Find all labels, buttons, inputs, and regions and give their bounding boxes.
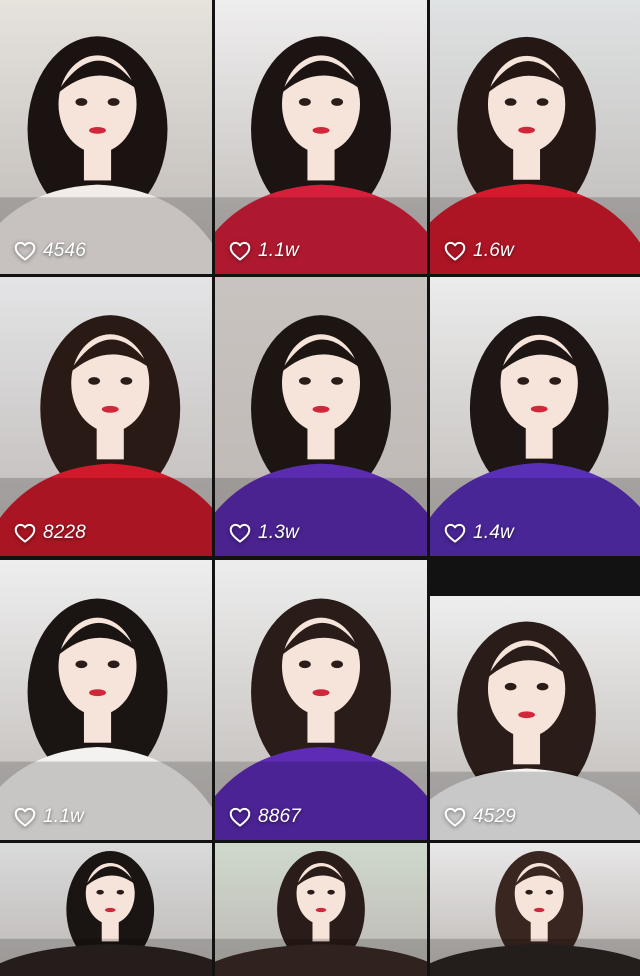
like-count: 8228 xyxy=(14,522,86,544)
like-count: 1.6w xyxy=(444,240,514,262)
heart-outline-icon xyxy=(229,807,251,827)
video-tile[interactable]: 1.1w xyxy=(0,560,212,840)
video-thumbnail xyxy=(430,843,640,976)
heart-outline-icon xyxy=(229,523,251,543)
like-count: 1.1w xyxy=(14,806,84,828)
video-thumbnail xyxy=(215,560,427,840)
like-count: 1.3w xyxy=(229,522,299,544)
like-count-label: 1.6w xyxy=(473,240,514,261)
video-thumbnail xyxy=(0,0,212,274)
video-thumbnail xyxy=(0,560,212,840)
like-count: 8867 xyxy=(229,806,301,828)
like-count-label: 8867 xyxy=(258,806,302,827)
heart-outline-icon xyxy=(444,523,466,543)
video-tile[interactable]: 1.3w xyxy=(215,277,427,556)
like-count-label: 1.1w xyxy=(43,806,84,827)
heart-outline-icon xyxy=(14,241,36,261)
video-tile[interactable]: 8867 xyxy=(215,560,427,840)
video-tile[interactable] xyxy=(430,843,640,976)
video-thumbnail xyxy=(215,0,427,274)
video-thumbnail xyxy=(430,0,640,274)
video-thumbnail xyxy=(0,843,212,976)
like-count-label: 1.1w xyxy=(258,240,299,261)
like-count-label: 8228 xyxy=(43,522,87,543)
video-tile[interactable] xyxy=(0,843,212,976)
like-count: 4546 xyxy=(14,240,86,262)
video-tile[interactable]: 8228 xyxy=(0,277,212,556)
video-thumbnail xyxy=(215,277,427,556)
like-count: 1.1w xyxy=(229,240,299,262)
like-count-label: 4546 xyxy=(43,240,87,261)
like-count: 1.4w xyxy=(444,522,514,544)
heart-outline-icon xyxy=(229,241,251,261)
video-tile[interactable]: 1.4w xyxy=(430,277,640,556)
video-thumbnail xyxy=(430,596,640,840)
heart-outline-icon xyxy=(14,807,36,827)
video-feed-grid: 4546 1.1w 1.6w 8228 1.3w 1.4w 1.1w 8867 4529 xyxy=(0,0,640,976)
video-tile[interactable]: 1.6w xyxy=(430,0,640,274)
heart-outline-icon xyxy=(444,241,466,261)
heart-outline-icon xyxy=(14,523,36,543)
video-tile[interactable]: 4529 xyxy=(430,596,640,840)
like-count-label: 1.4w xyxy=(473,522,514,543)
video-tile[interactable] xyxy=(215,843,427,976)
video-tile[interactable]: 1.1w xyxy=(215,0,427,274)
like-count: 4529 xyxy=(444,806,516,828)
video-tile[interactable]: 4546 xyxy=(0,0,212,274)
video-thumbnail xyxy=(0,277,212,556)
video-thumbnail xyxy=(430,277,640,556)
video-thumbnail xyxy=(215,843,427,976)
like-count-label: 1.3w xyxy=(258,522,299,543)
like-count-label: 4529 xyxy=(473,806,517,827)
heart-outline-icon xyxy=(444,807,466,827)
